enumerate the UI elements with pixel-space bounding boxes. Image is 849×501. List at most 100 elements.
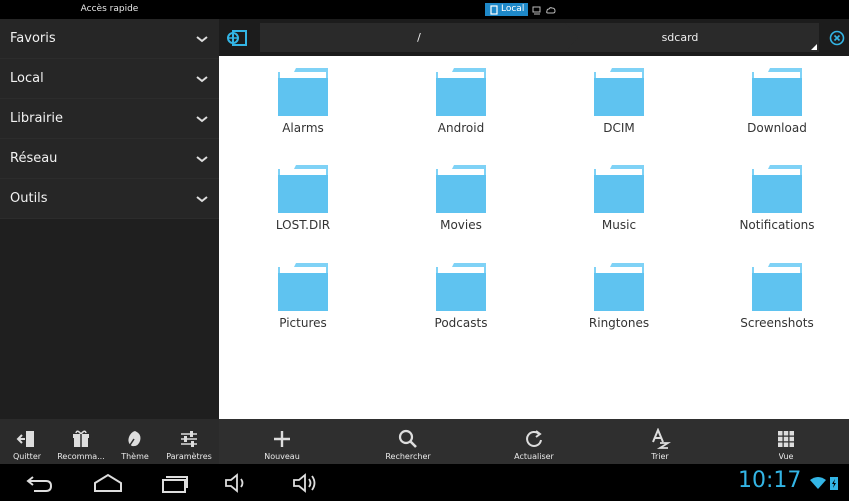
recommend-button[interactable]: Recomma... [54, 419, 108, 464]
folder-icon [436, 165, 486, 213]
quit-button[interactable]: Quitter [0, 419, 54, 464]
folder-icon [594, 263, 644, 311]
chevron-down-icon [196, 195, 208, 202]
sort-icon [652, 428, 671, 449]
folder-icon [752, 165, 802, 213]
quick-access-sidebar: Favoris Local Librairie Réseau Outils [0, 19, 219, 419]
network-icon[interactable] [532, 5, 542, 15]
path-root-button[interactable] [219, 19, 255, 56]
wifi-icon [810, 477, 826, 489]
folder-name: Android [437, 121, 485, 135]
tool-label: Recomma... [57, 452, 105, 461]
tool-label: Thème [121, 452, 149, 461]
sidebar-item-label: Outils [10, 191, 48, 206]
tool-label: Trier [651, 452, 669, 461]
sidebar-toolbar: Quitter Recomma... Thème Paramètres [0, 419, 219, 464]
volume-down-icon[interactable] [222, 471, 254, 495]
tool-label: Quitter [12, 452, 42, 461]
refresh-button[interactable]: Actualiser [471, 419, 597, 464]
folder-name: DCIM [603, 121, 635, 135]
tool-label: Nouveau [264, 452, 300, 461]
folder-name: Ringtones [588, 316, 650, 330]
battery-icon [830, 477, 838, 490]
chevron-down-icon [196, 75, 208, 82]
path-segment-root[interactable]: / [260, 23, 578, 52]
new-button[interactable]: Nouveau [219, 419, 345, 464]
source-tab-local[interactable]: Local [485, 3, 529, 16]
sidebar-item-favoris[interactable]: Favoris [0, 19, 219, 59]
search-button[interactable]: Rechercher [345, 419, 471, 464]
folder-tile[interactable]: Podcasts [382, 253, 532, 348]
file-grid: Alarms Android DCIM Download LOST.DIR Mo… [219, 56, 849, 419]
folder-tile[interactable]: Pictures [224, 253, 374, 348]
phone-icon [490, 4, 498, 15]
folder-tile[interactable]: Screenshots [698, 253, 848, 348]
exit-icon [16, 431, 34, 447]
path-segment-sdcard[interactable]: sdcard [541, 23, 819, 52]
sidebar-item-label: Favoris [10, 31, 56, 46]
tool-label: Paramètres [166, 452, 212, 461]
folder-tile[interactable]: Alarms [224, 58, 374, 153]
settings-button[interactable]: Paramètres [162, 419, 216, 464]
grid-view-icon [778, 431, 794, 447]
folder-icon [594, 165, 644, 213]
quick-access-title: Accès rapide [80, 4, 139, 14]
sidebar-item-reseau[interactable]: Réseau [0, 139, 219, 179]
main-toolbar: Nouveau Rechercher Actualiser Trier Vue [219, 419, 849, 464]
sidebar-item-local[interactable]: Local [0, 59, 219, 99]
folder-name: Notifications [739, 218, 815, 232]
sort-button[interactable]: Trier [597, 419, 723, 464]
chevron-down-icon [196, 115, 208, 122]
tool-label: Vue [778, 452, 794, 461]
home-icon[interactable] [92, 471, 124, 495]
path-bar: sdcard / [219, 19, 849, 56]
chevron-down-icon [196, 35, 208, 42]
folder-name: Music [601, 218, 637, 232]
source-tabs: Local [485, 3, 556, 16]
status-clock: 10:17 [738, 468, 802, 493]
folder-tile[interactable]: LOST.DIR [224, 155, 374, 250]
folder-icon [278, 165, 328, 213]
sidebar-item-label: Réseau [10, 151, 58, 166]
system-nav-bar: 10:17 [0, 464, 849, 501]
folder-name: Download [747, 121, 807, 135]
search-icon [398, 429, 417, 448]
folder-tile[interactable]: Download [698, 58, 848, 153]
folder-name: Alarms [282, 121, 324, 135]
tool-label: Rechercher [385, 452, 431, 461]
folder-tile[interactable]: Android [382, 58, 532, 153]
close-path-button[interactable] [824, 24, 849, 51]
folder-tile[interactable]: Movies [382, 155, 532, 250]
view-button[interactable]: Vue [723, 419, 849, 464]
recent-apps-icon[interactable] [158, 471, 190, 495]
folder-tile[interactable]: Notifications [698, 155, 848, 250]
folder-tile[interactable]: Music [540, 155, 690, 250]
chevron-down-icon [196, 155, 208, 162]
refresh-icon [526, 430, 542, 447]
cloud-icon[interactable] [546, 5, 556, 15]
sidebar-item-label: Librairie [10, 111, 63, 126]
theme-icon [127, 431, 141, 449]
folder-icon [278, 263, 328, 311]
folder-icon [278, 68, 328, 116]
folder-name: Screenshots [740, 316, 814, 330]
source-tab-label: Local [501, 4, 525, 14]
folder-tile[interactable]: Ringtones [540, 253, 690, 348]
folder-name: LOST.DIR [275, 218, 331, 232]
dropdown-corner-icon [811, 44, 817, 50]
top-strip: Accès rapide Local [0, 0, 849, 19]
folder-icon [752, 68, 802, 116]
volume-up-icon[interactable] [290, 471, 322, 495]
gift-icon [73, 430, 89, 447]
path-segment-label: sdcard [661, 31, 699, 44]
path-segment-label: / [417, 31, 421, 44]
back-icon[interactable] [24, 471, 56, 495]
settings-sliders-icon [181, 431, 197, 447]
theme-button[interactable]: Thème [108, 419, 162, 464]
sidebar-item-label: Local [10, 71, 44, 86]
folder-tile[interactable]: DCIM [540, 58, 690, 153]
sidebar-item-outils[interactable]: Outils [0, 179, 219, 219]
tool-label: Actualiser [514, 452, 554, 461]
folder-icon [594, 68, 644, 116]
sidebar-item-librairie[interactable]: Librairie [0, 99, 219, 139]
